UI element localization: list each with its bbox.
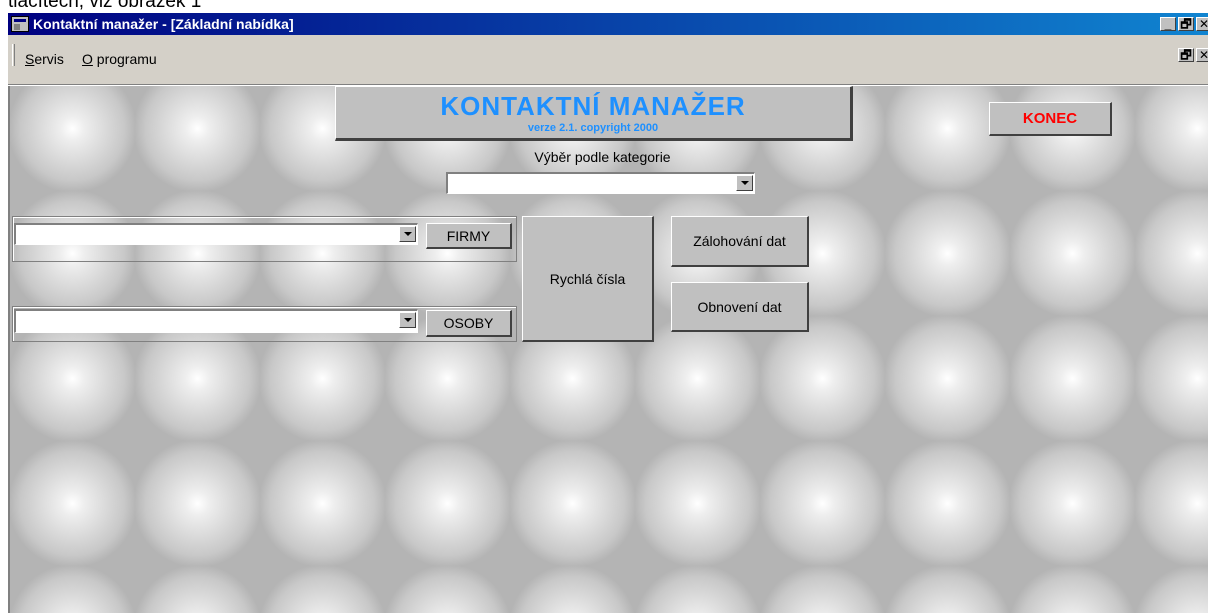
combo-arrow-icon[interactable] xyxy=(399,226,416,242)
main-form: KONTAKTNÍ MANAŽER verze 2.1. copyright 2… xyxy=(8,86,1208,613)
menu-accel-servis: S xyxy=(25,51,35,67)
header-panel: KONTAKTNÍ MANAŽER verze 2.1. copyright 2… xyxy=(335,86,853,141)
menu-item-o-programu[interactable]: O programu xyxy=(82,51,157,67)
menu-label-servis: ervis xyxy=(34,51,64,67)
zalohovani-dat-button[interactable]: Zálohování dat xyxy=(671,216,809,267)
restore-icon[interactable]: 🗗 xyxy=(1178,17,1194,31)
obnoveni-dat-button[interactable]: Obnovení dat xyxy=(671,282,809,332)
category-label: Výběr podle kategorie xyxy=(534,149,671,165)
minimize-icon[interactable]: _ xyxy=(1160,17,1176,31)
osoby-combo[interactable] xyxy=(14,309,418,333)
category-select[interactable] xyxy=(446,172,755,194)
menu-item-servis[interactable]: Servis xyxy=(25,51,64,67)
window-title: Kontaktní manažer - [Základní nabídka] xyxy=(33,16,294,32)
konec-button[interactable]: KONEC xyxy=(989,102,1112,136)
menu-label-o-programu: programu xyxy=(92,51,157,67)
child-close-icon[interactable]: ✕ xyxy=(1196,48,1208,62)
document-caption: tlačítech, viz obrázek 1 xyxy=(8,0,202,12)
menu-accel-o-programu: O xyxy=(82,51,93,67)
app-version: verze 2.1. copyright 2000 xyxy=(527,122,659,134)
app-title: KONTAKTNÍ MANAŽER xyxy=(440,91,746,121)
child-restore-icon[interactable]: 🗗 xyxy=(1178,48,1194,62)
combo-arrow-icon[interactable] xyxy=(736,175,753,191)
rychla-cisla-button[interactable]: Rychlá čísla xyxy=(522,216,654,342)
firmy-combo[interactable] xyxy=(14,223,418,245)
app-icon[interactable] xyxy=(11,16,29,32)
menu-grip xyxy=(12,44,15,66)
close-icon[interactable]: ✕ xyxy=(1196,17,1208,31)
osoby-button[interactable]: OSOBY xyxy=(426,310,512,337)
combo-arrow-icon[interactable] xyxy=(399,312,416,328)
child-window-controls: 🗗 ✕ xyxy=(1178,48,1208,62)
window-titlebar[interactable]: Kontaktní manažer - [Základní nabídka] _… xyxy=(8,13,1208,35)
firmy-button[interactable]: FIRMY xyxy=(426,223,512,249)
window-controls: _ 🗗 ✕ xyxy=(1160,17,1208,31)
menu-bar: Servis O programu 🗗 ✕ xyxy=(8,35,1208,85)
